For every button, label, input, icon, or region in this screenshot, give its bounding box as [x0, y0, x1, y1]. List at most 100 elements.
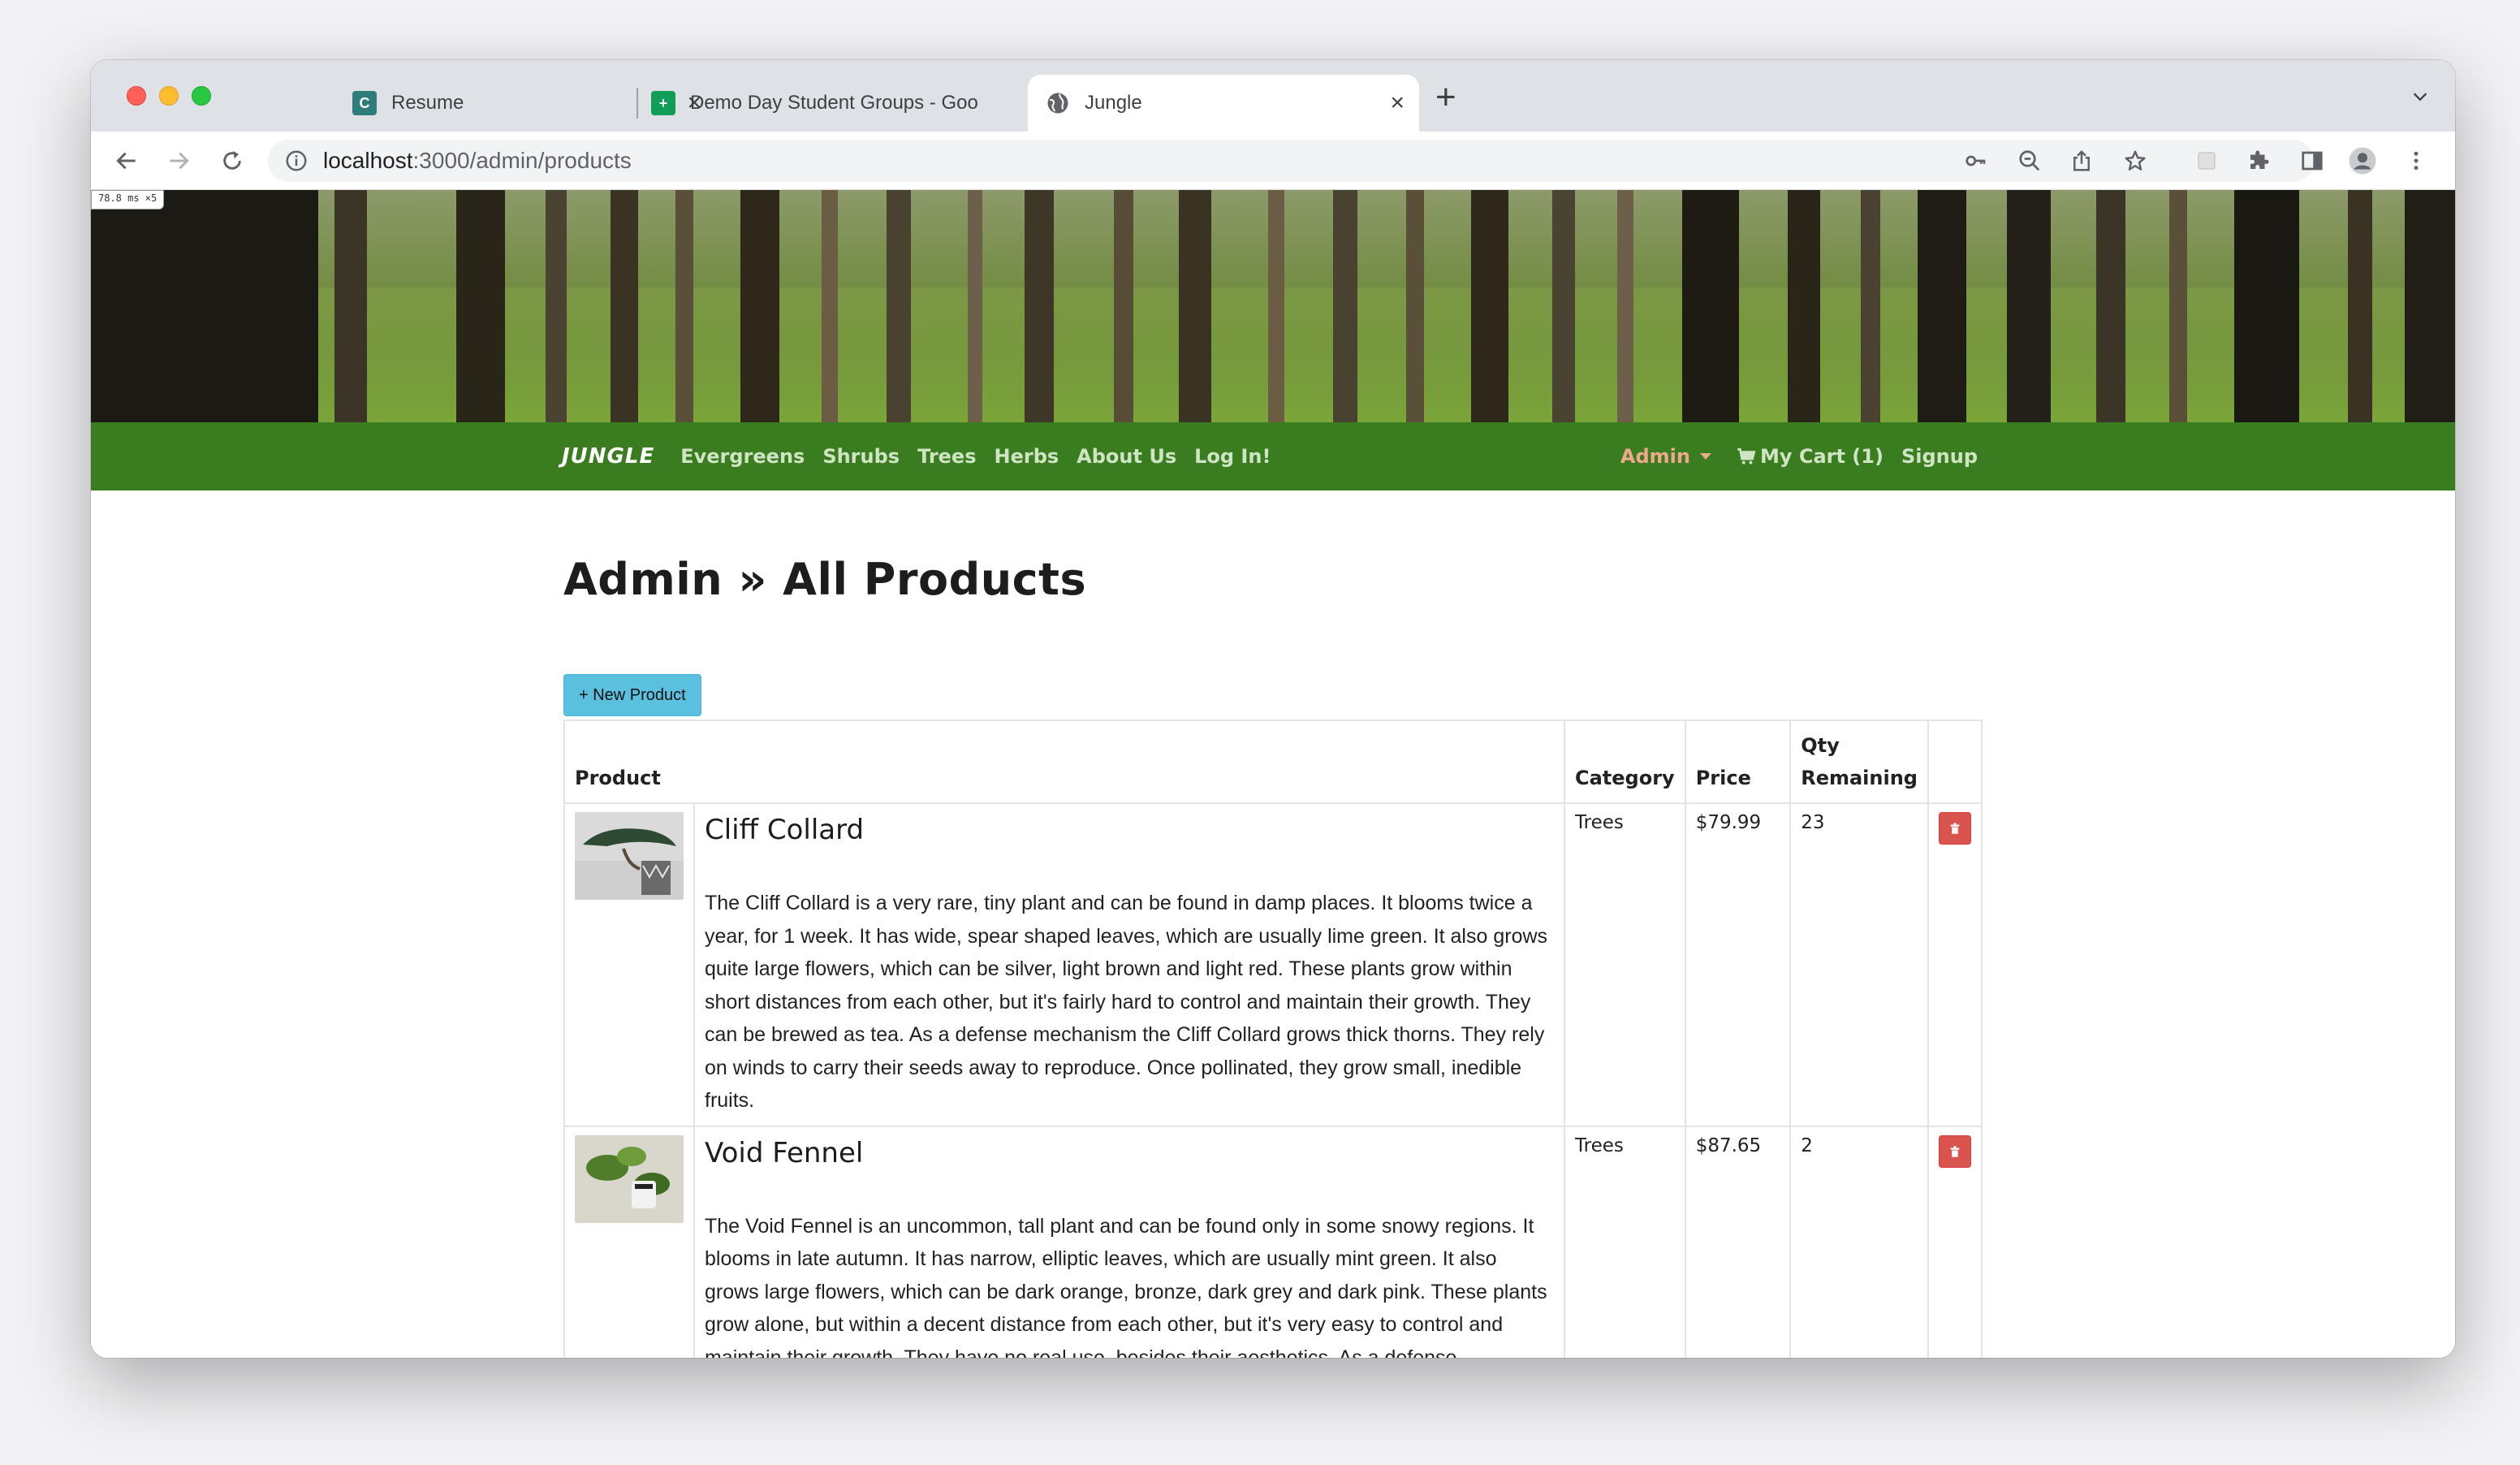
product-description: The Cliff Collard is a very rare, tiny p… [705, 892, 1548, 1112]
cart-label: My Cart (1) [1759, 445, 1884, 468]
table-row: Void Fennel The Void Fennel is an uncomm… [563, 1125, 1983, 1359]
minimize-window-button[interactable] [159, 86, 179, 106]
product-image[interactable] [575, 812, 684, 900]
resume-favicon-icon: C [352, 91, 377, 115]
table-header-row: Product Category Price Qty Remaining [563, 720, 1983, 804]
signup-link[interactable]: Signup [1901, 445, 1978, 468]
header-product: Product [563, 720, 1565, 804]
product-image[interactable] [575, 1134, 684, 1223]
nav-link-login[interactable]: Log In! [1194, 445, 1271, 468]
cart-link[interactable]: My Cart (1) [1736, 445, 1884, 468]
product-name[interactable]: Void Fennel [705, 1137, 1554, 1169]
bookmark-button[interactable] [2121, 146, 2150, 175]
sheets-favicon-icon: + [651, 91, 675, 115]
url-text: localhost:3000/admin/products [323, 148, 632, 174]
product-name[interactable]: Cliff Collard [705, 814, 1554, 846]
close-tab-icon[interactable]: × [1390, 91, 1405, 115]
reload-icon [223, 151, 241, 170]
chevron-down-icon[interactable] [2411, 88, 2429, 106]
side-panel-icon [2302, 151, 2323, 171]
forward-button[interactable] [164, 146, 193, 175]
nav-link-herbs[interactable]: Herbs [995, 445, 1059, 468]
key-icon [1966, 155, 1986, 166]
globe-icon [1047, 93, 1068, 114]
nav-left: JUNGLE Evergreens Shrubs Trees Herbs Abo… [562, 422, 1288, 490]
nav-link-about[interactable]: About Us [1077, 445, 1176, 468]
product-thumb-cell [563, 1125, 695, 1358]
delete-product-button[interactable] [1938, 1134, 1971, 1168]
star-icon [2125, 150, 2146, 171]
header-price: Price [1684, 720, 1792, 804]
zoom-out-icon [2019, 150, 2040, 171]
header-qty-line2: Remaining [1801, 767, 1918, 789]
maximize-window-button[interactable] [192, 86, 211, 106]
product-info-cell: Cliff Collard The Cliff Collard is a ver… [693, 802, 1565, 1127]
header-qty-line1: Qty [1801, 734, 1840, 757]
page-title: Admin » All Products [563, 554, 1087, 605]
tab-resume[interactable]: C Resume × [261, 75, 716, 132]
extension-placeholder-icon [2198, 152, 2216, 170]
extension-button[interactable] [2192, 146, 2221, 175]
close-window-button[interactable] [127, 86, 146, 106]
info-icon[interactable] [284, 149, 309, 173]
delete-product-button[interactable] [1938, 812, 1971, 845]
profile-button[interactable] [2348, 146, 2377, 175]
product-price: $79.99 [1684, 802, 1792, 1127]
back-button[interactable] [112, 146, 141, 175]
tab-jungle[interactable]: Jungle × [1028, 75, 1419, 132]
product-description: The Void Fennel is an uncommon, tall pla… [705, 1214, 1547, 1359]
password-key-button[interactable] [1961, 146, 1991, 175]
side-panel-button[interactable] [2298, 146, 2327, 175]
address-bar[interactable]: localhost:3000/admin/products [268, 140, 2314, 182]
shopping-cart-icon [1737, 448, 1756, 465]
browser-menu-button[interactable] [2401, 146, 2431, 175]
product-actions-cell [1927, 802, 1983, 1127]
product-category: Trees [1563, 1125, 1686, 1358]
tab-bar: C Resume × + Demo Day Student Groups - G… [91, 60, 2455, 132]
header-category: Category [1563, 720, 1686, 804]
extensions-button[interactable] [2244, 146, 2273, 175]
admin-label: Admin [1620, 445, 1690, 468]
kebab-menu-icon [2414, 151, 2419, 171]
header-actions [1927, 720, 1983, 804]
nav-right: Admin My Cart (1) Signup [1620, 422, 1978, 490]
product-info-cell: Void Fennel The Void Fennel is an uncomm… [693, 1125, 1565, 1359]
site-navbar: JUNGLE Evergreens Shrubs Trees Herbs Abo… [91, 422, 2455, 490]
forest-banner-image [91, 190, 2455, 422]
tab-title: Jungle [1085, 92, 1142, 114]
tab-title: Demo Day Student Groups - Goo [690, 92, 978, 114]
product-price: $87.65 [1684, 1125, 1792, 1358]
caret-down-icon [1699, 453, 1711, 460]
nav-link-evergreens[interactable]: Evergreens [680, 445, 805, 468]
url-host: localhost [323, 148, 413, 173]
products-table: Product Category Price Qty Remaining Cli… [563, 720, 1983, 1358]
browser-window: C Resume × + Demo Day Student Groups - G… [91, 60, 2455, 1358]
table-row: Cliff Collard The Cliff Collard is a ver… [563, 802, 1983, 1127]
product-actions-cell [1927, 1125, 1983, 1358]
new-tab-button[interactable]: + [1435, 80, 1456, 115]
perf-badge: 78.8 ms ×5 [91, 190, 165, 210]
back-arrow-icon [116, 152, 136, 170]
share-icon [2073, 149, 2090, 171]
product-thumb-cell [563, 802, 695, 1127]
trash-icon [1950, 1145, 1960, 1157]
nav-link-shrubs[interactable]: Shrubs [822, 445, 900, 468]
avatar-icon [2349, 147, 2376, 175]
browser-toolbar: localhost:3000/admin/products [91, 132, 2455, 190]
reload-button[interactable] [218, 146, 247, 175]
puzzle-icon [2250, 150, 2269, 169]
trash-icon [1950, 823, 1960, 834]
zoom-button[interactable] [2015, 146, 2044, 175]
header-qty: Qty Remaining [1789, 720, 1929, 804]
url-path: :3000/admin/products [412, 148, 632, 173]
new-product-button[interactable]: + New Product [563, 674, 701, 716]
product-qty: 2 [1789, 1125, 1929, 1358]
admin-dropdown[interactable]: Admin [1620, 445, 1711, 468]
brand-logo[interactable]: JUNGLE [562, 444, 654, 469]
tab-separator [636, 88, 638, 119]
share-button[interactable] [2067, 146, 2096, 175]
web-page: JUNGLE Evergreens Shrubs Trees Herbs Abo… [91, 190, 2455, 1358]
forward-arrow-icon [170, 152, 189, 170]
product-category: Trees [1563, 802, 1686, 1127]
nav-link-trees[interactable]: Trees [917, 445, 976, 468]
